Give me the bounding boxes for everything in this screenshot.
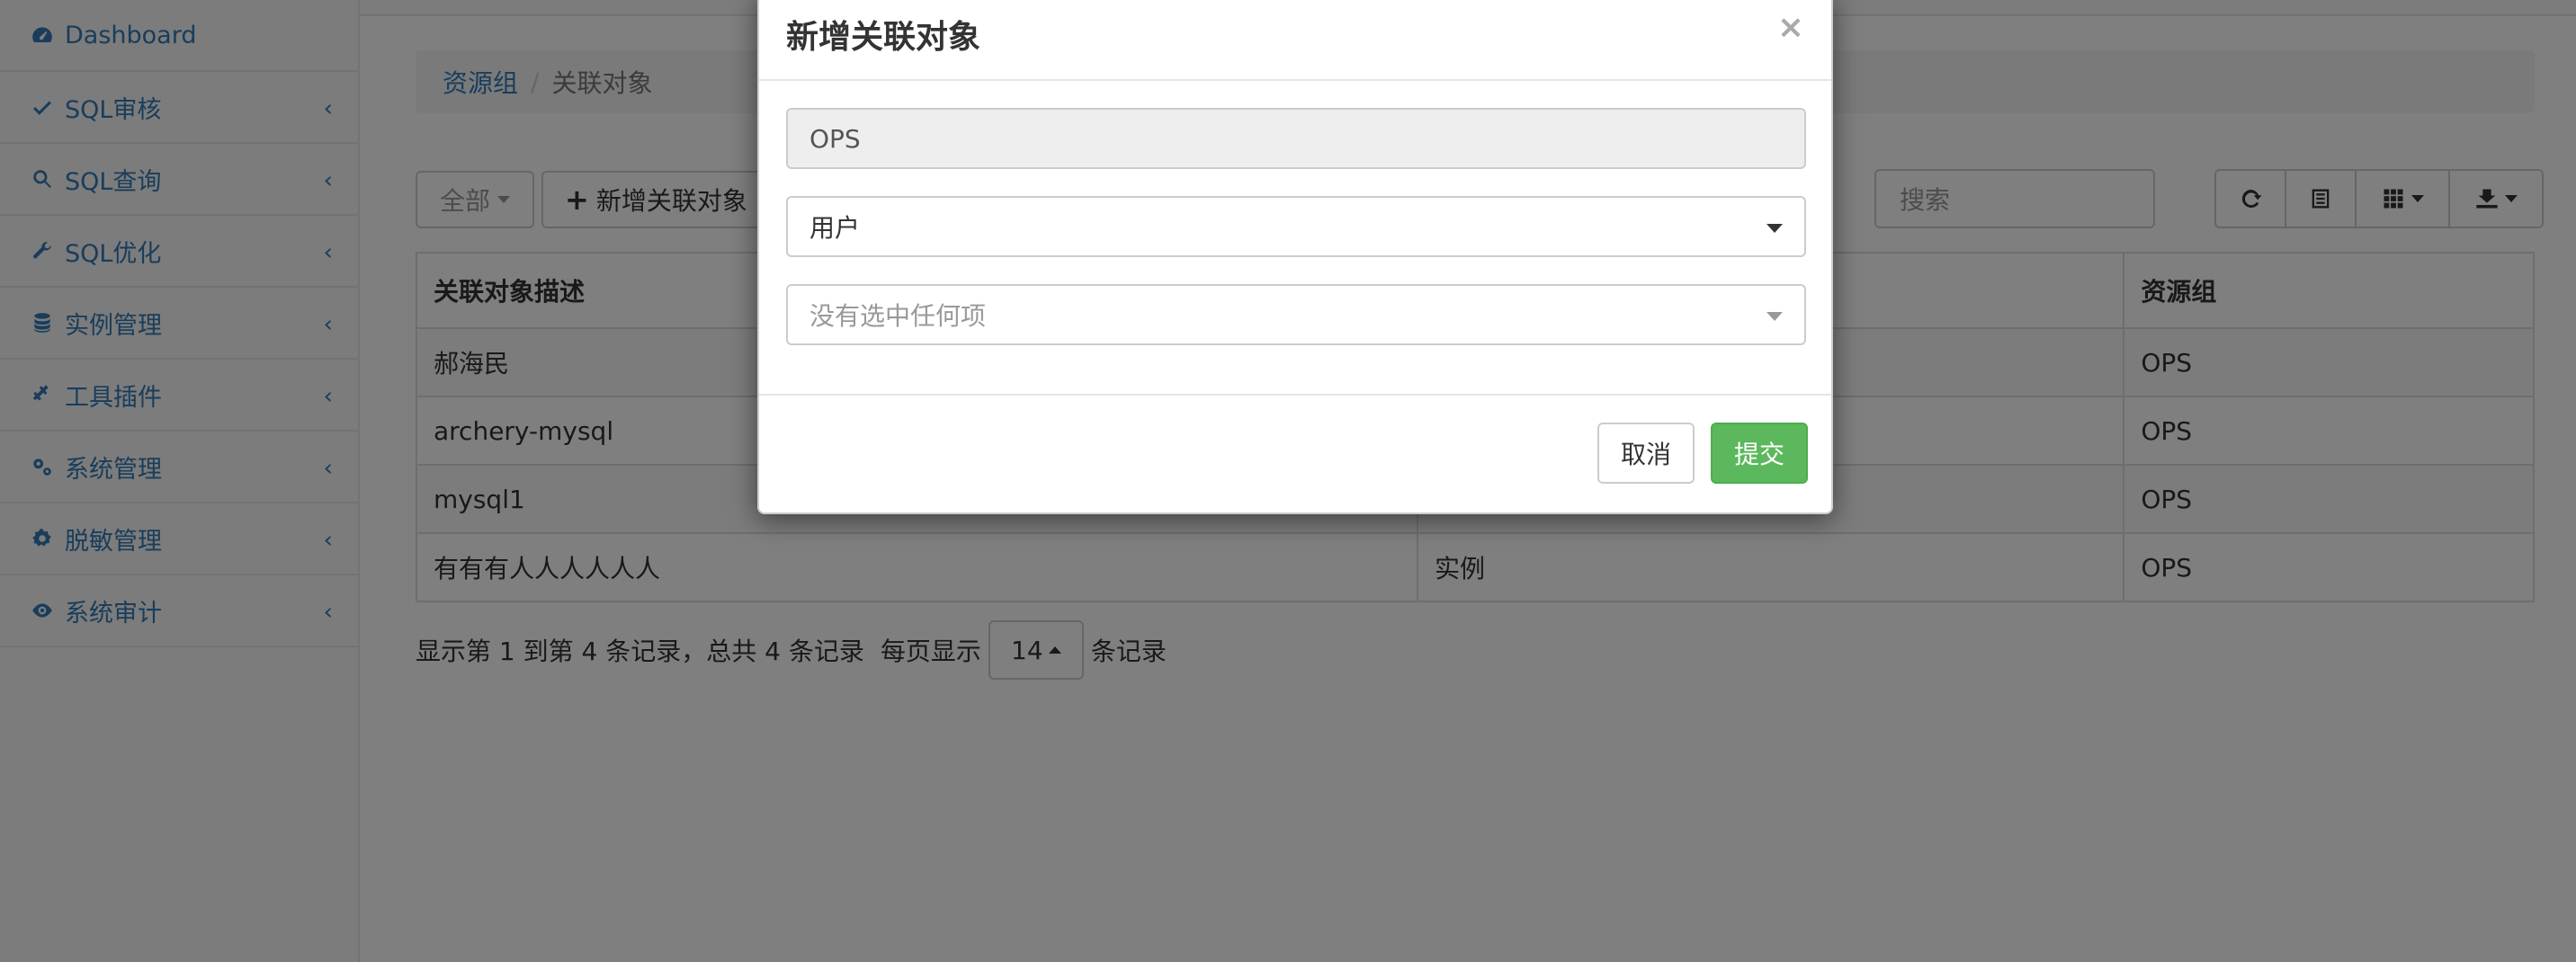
add-relation-modal: 新增关联对象 × OPS 用户 没有选中任何项 取消 提交	[757, 0, 1833, 514]
object-multiselect-placeholder: 没有选中任何项	[809, 301, 987, 331]
modal-title: 新增关联对象	[786, 19, 981, 56]
close-icon[interactable]: ×	[1777, 9, 1804, 46]
app-root: Dashboard SQL审核 ‹ SQL查询 ‹ SQL优化 ‹	[0, 0, 2576, 962]
cancel-button[interactable]: 取消	[1597, 423, 1695, 484]
submit-button[interactable]: 提交	[1711, 423, 1808, 484]
caret-down-icon	[1767, 312, 1783, 321]
modal-footer: 取消 提交	[759, 394, 1831, 516]
object-type-select[interactable]: 用户	[786, 196, 1806, 257]
modal-header: 新增关联对象 ×	[759, 0, 1831, 81]
object-multiselect[interactable]: 没有选中任何项	[786, 284, 1806, 345]
object-type-value: 用户	[809, 213, 861, 243]
caret-down-icon	[1767, 224, 1783, 233]
resource-group-field[interactable]: OPS	[786, 108, 1806, 169]
